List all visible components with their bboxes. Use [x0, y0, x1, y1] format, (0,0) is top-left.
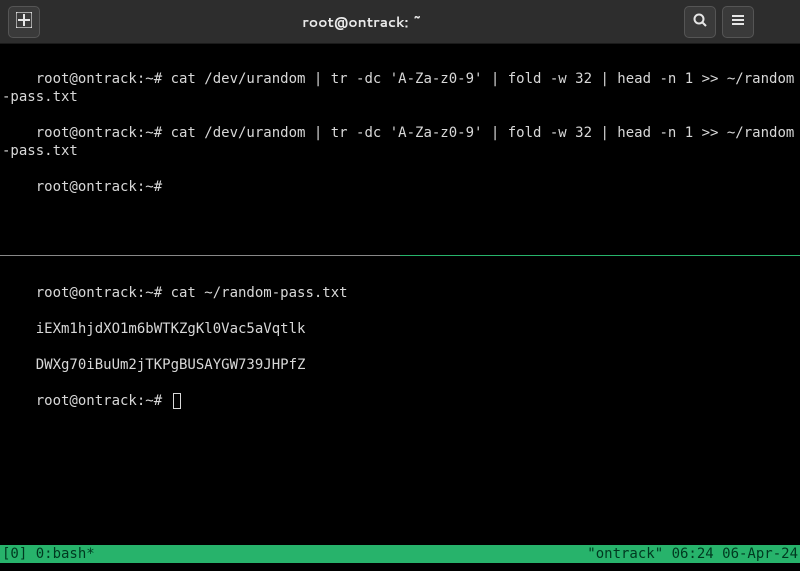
titlebar-left	[8, 6, 40, 38]
window-title: root@ontrack: ~	[40, 12, 684, 32]
divider-active-segment	[400, 255, 800, 256]
search-icon	[692, 12, 708, 32]
terminal-line: DWXg70iBuUm2jTKPgBUSAYGW739JHPfZ	[36, 357, 306, 373]
menu-button[interactable]	[722, 6, 754, 38]
titlebar: root@ontrack: ~	[0, 0, 800, 44]
plus-icon	[16, 12, 32, 32]
titlebar-right	[684, 6, 792, 38]
new-tab-button[interactable]	[8, 6, 40, 38]
tmux-statusbar: [0] 0:bash* "ontrack" 06:24 06-Apr-24	[0, 545, 800, 563]
close-button[interactable]	[760, 6, 792, 38]
terminal-line: iEXm1hjdXO1m6bWTKZgKl0Vac5aVqtlk	[36, 321, 306, 337]
terminal-body[interactable]: root@ontrack:~# cat /dev/urandom | tr -d…	[0, 44, 800, 571]
terminal-cursor	[173, 393, 181, 409]
tmux-pane-bottom[interactable]: root@ontrack:~# cat ~/random-pass.txt iE…	[0, 266, 800, 551]
tmux-pane-top[interactable]: root@ontrack:~# cat /dev/urandom | tr -d…	[0, 52, 800, 252]
tmux-pane-divider[interactable]	[0, 255, 800, 256]
search-button[interactable]	[684, 6, 716, 38]
hamburger-icon	[730, 12, 746, 32]
divider-inactive-segment	[0, 255, 400, 256]
terminal-line: root@ontrack:~# cat /dev/urandom | tr -d…	[2, 71, 794, 105]
terminal-line: root@ontrack:~#	[36, 393, 171, 409]
terminal-line: root@ontrack:~#	[36, 179, 162, 195]
terminal-line: root@ontrack:~# cat ~/random-pass.txt	[36, 285, 348, 301]
statusbar-left: [0] 0:bash*	[2, 545, 95, 563]
statusbar-right: "ontrack" 06:24 06-Apr-24	[587, 545, 798, 563]
terminal-line: root@ontrack:~# cat /dev/urandom | tr -d…	[2, 125, 794, 159]
